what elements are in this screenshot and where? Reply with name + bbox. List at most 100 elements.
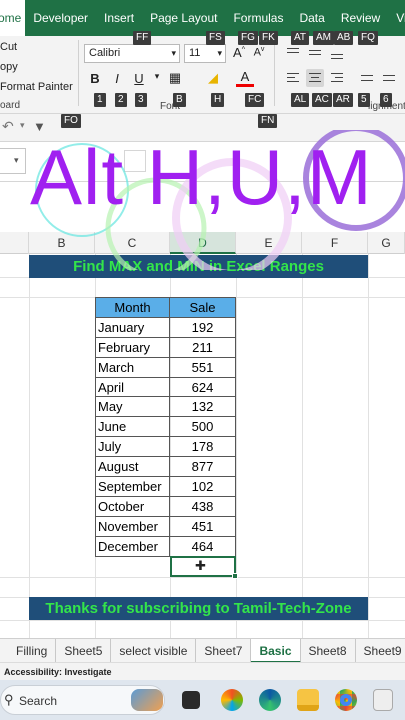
keytip-ac: AC xyxy=(312,93,332,107)
align-left-icon[interactable] xyxy=(284,69,302,87)
keytip-2: 2 xyxy=(115,93,127,107)
cut-button[interactable]: Cut xyxy=(0,41,17,53)
font-color-button[interactable]: A xyxy=(236,69,254,87)
footer-banner: Thanks for subscribing to Tamil-Tech-Zon… xyxy=(29,597,368,620)
taskbar-search[interactable]: ⚲ Search xyxy=(0,685,165,715)
month-cell[interactable]: April xyxy=(95,376,170,398)
status-bar: Accessibility: Investigate xyxy=(0,662,405,680)
middle-align-icon[interactable] xyxy=(306,44,324,62)
keytip-3: 3 xyxy=(135,93,147,107)
sale-cell[interactable]: 624 xyxy=(169,376,236,398)
table-row: November 451 xyxy=(95,515,236,537)
widgets-icon[interactable] xyxy=(131,689,163,711)
sheet-tab-select-visible[interactable]: select visible xyxy=(111,638,197,663)
cursor-icon: ✚ xyxy=(195,558,206,573)
month-cell[interactable]: November xyxy=(95,515,170,537)
fill-handle[interactable] xyxy=(232,573,238,579)
clipboard-group-label: oard xyxy=(0,100,21,111)
table-row: May 132 xyxy=(95,396,236,418)
tab-developer[interactable]: Developer xyxy=(25,0,96,36)
increase-font-icon[interactable]: A^ xyxy=(230,45,248,60)
search-icon: ⚲ xyxy=(4,692,14,707)
italic-button[interactable]: I xyxy=(108,71,126,86)
header-sale[interactable]: Sale xyxy=(169,297,236,318)
copilot-icon[interactable] xyxy=(221,689,243,711)
align-right-icon[interactable] xyxy=(328,69,346,87)
sale-cell[interactable]: 551 xyxy=(169,356,236,378)
grid-line xyxy=(368,254,369,638)
month-cell[interactable]: August xyxy=(95,456,170,478)
grid-line xyxy=(302,254,303,638)
month-cell[interactable]: December xyxy=(95,535,170,557)
bottom-align-icon[interactable] xyxy=(328,44,346,62)
table-row: October 438 xyxy=(95,495,236,517)
decrease-font-icon[interactable]: Av xyxy=(250,46,268,59)
bold-button[interactable]: B xyxy=(86,71,104,86)
chevron-down-icon: ▾ xyxy=(217,48,222,58)
month-cell[interactable]: March xyxy=(95,356,170,378)
file-explorer-icon[interactable] xyxy=(297,689,319,711)
format-painter-button[interactable]: Format Painter xyxy=(0,81,73,93)
font-size-select[interactable]: 11 ▾ xyxy=(184,44,226,63)
table-row: April 624 xyxy=(95,376,236,398)
sale-cell[interactable]: 877 xyxy=(169,456,236,478)
top-align-icon[interactable] xyxy=(284,44,302,62)
tab-view[interactable]: View xyxy=(388,0,405,36)
month-cell[interactable]: June xyxy=(95,416,170,438)
sheet-tab-sheet5[interactable]: Sheet5 xyxy=(56,638,112,663)
edge-icon[interactable] xyxy=(259,689,281,711)
accessibility-status[interactable]: Accessibility: Investigate xyxy=(4,667,112,677)
chrome-icon[interactable] xyxy=(335,689,357,711)
sale-cell[interactable]: 451 xyxy=(169,515,236,537)
grid-line xyxy=(0,620,405,621)
month-cell[interactable]: January xyxy=(95,316,170,338)
notepad-icon[interactable] xyxy=(373,689,393,711)
month-cell[interactable]: July xyxy=(95,436,170,458)
table-row: February 211 xyxy=(95,336,236,358)
sheet-tab-filling[interactable]: Filling xyxy=(0,638,57,663)
sale-cell[interactable]: 464 xyxy=(169,535,236,557)
fill-color-icon[interactable]: ◢ xyxy=(204,70,222,86)
month-cell[interactable]: February xyxy=(95,336,170,358)
table-row: January 192 xyxy=(95,316,236,338)
sheet-tab-sheet7[interactable]: Sheet7 xyxy=(196,638,252,663)
search-placeholder: Search xyxy=(19,694,58,708)
keytip-5: 5 xyxy=(358,93,370,107)
sale-cell[interactable]: 438 xyxy=(169,495,236,517)
sheet-tab-basic[interactable]: Basic xyxy=(251,638,301,663)
sheet-tab-sheet9[interactable]: Sheet9 xyxy=(356,639,405,663)
task-view-icon[interactable] xyxy=(182,691,200,709)
font-name-select[interactable]: Calibri ▾ xyxy=(84,44,180,63)
keytip-al: AL xyxy=(291,93,310,107)
sale-cell[interactable]: 132 xyxy=(169,396,236,418)
sales-table: Month Sale January 192 February 211 March 5… xyxy=(95,297,236,557)
sheet-tab-sheet8[interactable]: Sheet8 xyxy=(301,638,356,663)
borders-icon[interactable]: ▦ xyxy=(166,70,184,86)
sale-cell[interactable]: 211 xyxy=(169,336,236,358)
sale-cell[interactable]: 500 xyxy=(169,416,236,438)
month-cell[interactable]: September xyxy=(95,476,170,497)
keytip-ar: AR xyxy=(333,93,353,107)
chevron-down-icon: ▾ xyxy=(171,48,176,58)
keytip-am: AM xyxy=(313,31,334,45)
tab-home[interactable]: ome xyxy=(0,0,26,36)
keytip-6: 6 xyxy=(380,93,392,107)
grid-line xyxy=(29,254,30,638)
keytip-fs: FS xyxy=(206,31,225,45)
month-cell[interactable]: October xyxy=(95,495,170,517)
chevron-down-icon[interactable]: ▾ xyxy=(148,71,166,82)
align-center-icon[interactable] xyxy=(306,69,324,87)
increase-indent-icon[interactable] xyxy=(380,69,398,87)
keytip-h: H xyxy=(211,93,225,107)
copy-button[interactable]: opy xyxy=(0,61,18,73)
sale-cell[interactable]: 178 xyxy=(169,436,236,458)
sale-cell[interactable]: 102 xyxy=(169,476,236,497)
keytip-fn: FN xyxy=(258,114,278,128)
underline-button[interactable]: U xyxy=(130,71,148,86)
keytip-at: AT xyxy=(291,31,310,45)
month-cell[interactable]: May xyxy=(95,396,170,418)
header-month[interactable]: Month xyxy=(95,297,170,318)
decrease-indent-icon[interactable] xyxy=(358,69,376,87)
sale-cell[interactable]: 192 xyxy=(169,316,236,338)
grid-line xyxy=(236,254,237,638)
